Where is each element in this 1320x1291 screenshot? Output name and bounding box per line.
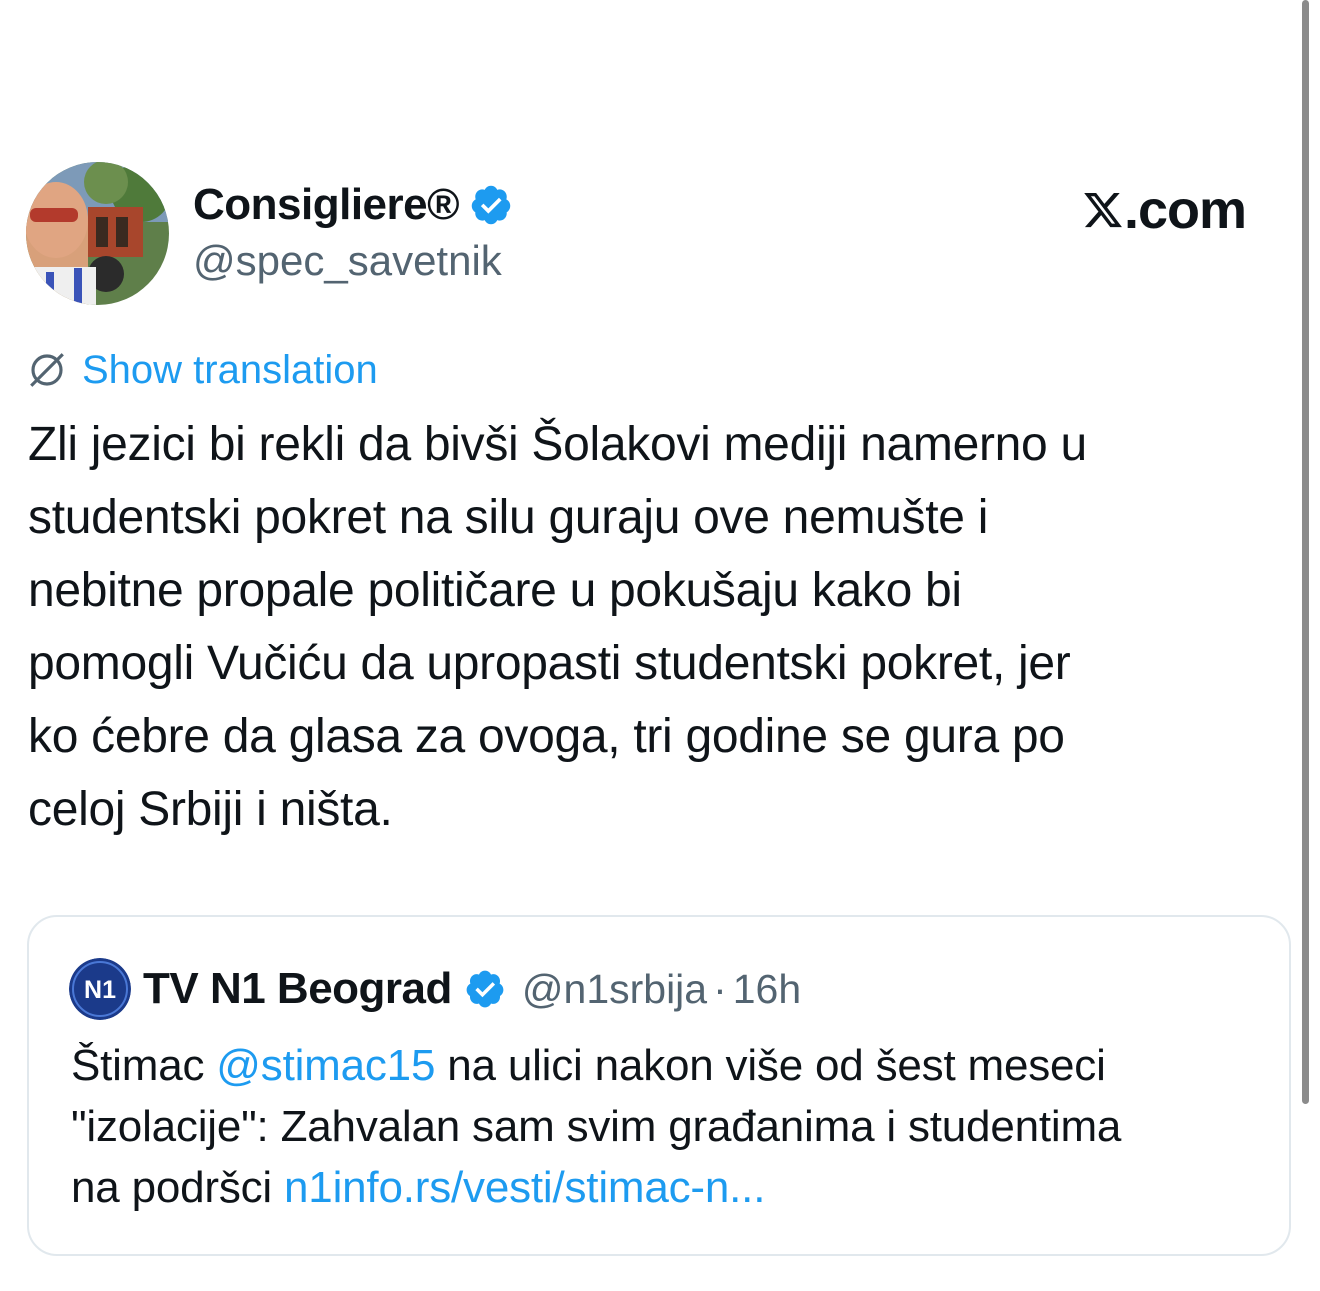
quoted-text-segment: Štimac xyxy=(71,1041,217,1090)
page-scrollbar[interactable] xyxy=(1302,0,1309,1104)
quoted-text-segment: "izolacije": Zahvalan sam svim građanima… xyxy=(71,1102,1122,1151)
author-name-row[interactable]: Consigliere® xyxy=(193,175,513,235)
quoted-text-segment: na podršci xyxy=(71,1163,285,1212)
quoted-timestamp[interactable]: 16h xyxy=(733,966,801,1013)
tweet-text-line: nebitne propale političare u pokušaju ka… xyxy=(28,564,962,617)
tweet-text-line: ko ćebre da glasa za ovoga, tri godine s… xyxy=(28,710,1065,763)
verified-badge-icon xyxy=(466,970,504,1008)
x-logo-icon xyxy=(1084,192,1122,228)
tweet-text-line: celoj Srbiji i ništa. xyxy=(28,783,393,836)
tweet-text-line: studentski pokret na silu guraju ove nem… xyxy=(28,491,989,544)
n1-avatar-label: N1 xyxy=(84,976,116,1004)
quoted-separator: · xyxy=(713,965,727,1012)
tweet-text: Zli jezici bi rekli da bivši Šolakovi me… xyxy=(28,408,1278,846)
quoted-tweet-header: N1 TV N1 Beograd @n1srbija · 16h xyxy=(69,958,801,1020)
tweet-text-line: Zli jezici bi rekli da bivši Šolakovi me… xyxy=(28,418,1087,471)
quoted-tweet-card[interactable]: N1 TV N1 Beograd @n1srbija · 16h Štimac … xyxy=(27,915,1291,1256)
article-link[interactable]: n1info.rs/vesti/stimac-n... xyxy=(284,1163,765,1212)
brand-domain-text: .com xyxy=(1124,180,1247,240)
quoted-tweet-text: Štimac @stimac15 na ulici nakon više od … xyxy=(71,1035,1271,1218)
n1-avatar[interactable]: N1 xyxy=(69,958,131,1020)
author-display-name[interactable]: Consigliere® xyxy=(193,180,460,230)
show-translation-link[interactable]: Show translation xyxy=(82,348,378,393)
show-translation-row[interactable]: Show translation xyxy=(26,345,378,395)
globe-off-icon xyxy=(30,353,64,387)
author-avatar[interactable] xyxy=(26,162,169,305)
x-com-brand: .com xyxy=(1082,180,1247,240)
author-handle[interactable]: @spec_savetnik xyxy=(193,237,502,285)
quoted-author-name[interactable]: TV N1 Beograd xyxy=(143,964,452,1014)
quoted-text-segment: na ulici nakon više od šest meseci xyxy=(435,1041,1106,1090)
verified-badge-icon xyxy=(471,185,511,225)
tweet-text-line: pomogli Vučiću da upropasti studentski p… xyxy=(28,637,1071,690)
mention-link[interactable]: @stimac15 xyxy=(216,1041,435,1090)
quoted-author-handle[interactable]: @n1srbija xyxy=(522,966,707,1013)
